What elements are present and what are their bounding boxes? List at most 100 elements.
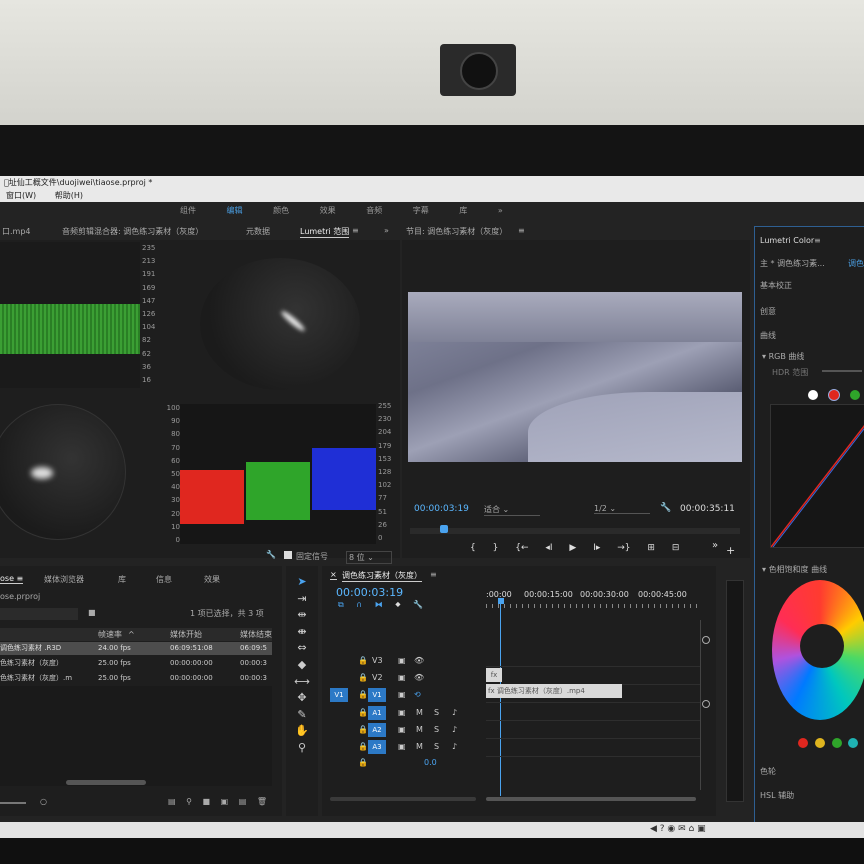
lumetri-source-link[interactable]: 调色 [848, 258, 864, 269]
tab-metadata[interactable]: 元数据 [246, 226, 270, 237]
clamp-checkbox[interactable] [284, 551, 292, 559]
track-lock-icon[interactable]: 🔒 [358, 673, 368, 682]
track-lock-icon[interactable]: 🔒 [358, 690, 368, 699]
timeline-playhead-handle[interactable] [498, 598, 504, 604]
step-forward-icon[interactable]: I▸ [593, 543, 600, 553]
curve-channel-green[interactable] [850, 390, 860, 400]
track-lock-icon[interactable]: 🔒 [358, 742, 368, 751]
trash-icon[interactable]: 🗑 [257, 797, 267, 806]
panel-menu-icon[interactable]: ≡ [352, 226, 359, 235]
nest-icon[interactable]: ⧉ [338, 600, 344, 609]
zoom-handle-icon[interactable]: ○ [40, 797, 47, 806]
column-media-start[interactable]: 媒体开始 [170, 628, 202, 641]
workspace-captions[interactable]: 字幕 [413, 206, 429, 215]
step-back-icon[interactable]: ◂I [545, 543, 552, 553]
new-item-icon[interactable]: ▣ [221, 797, 229, 806]
add-marker-icon[interactable]: ⬥ [395, 600, 400, 609]
workspace-editing[interactable]: 编辑 [227, 206, 243, 215]
mute-button[interactable]: M [416, 708, 423, 717]
mute-button[interactable]: M [416, 742, 423, 751]
workspace-libraries[interactable]: 库 [459, 206, 467, 215]
track-lock-icon[interactable]: 🔒 [358, 708, 368, 717]
new-bin-icon[interactable]: ■ [88, 608, 96, 617]
menu-help[interactable]: 帮助(H) [55, 191, 83, 200]
curve-channel-white[interactable] [808, 390, 818, 400]
swatch-cyan[interactable] [848, 738, 858, 748]
eye-icon[interactable]: 👁 [414, 673, 424, 682]
section-creative[interactable]: 创意 [760, 306, 776, 317]
more-workspaces-icon[interactable]: » [498, 206, 503, 215]
razor-icon[interactable]: ◆ [294, 657, 310, 674]
section-color-wheels[interactable]: 色轮 [760, 766, 776, 777]
mark-out-icon[interactable]: } [493, 543, 499, 553]
sync-lock-icon[interactable]: ▣ [398, 656, 406, 665]
folder-icon[interactable]: ■ [203, 797, 211, 806]
automate-sequence-icon[interactable]: ▤ [168, 797, 176, 806]
fit-select[interactable]: 适合 ⌄ [484, 504, 540, 516]
workspace-color[interactable]: 颜色 [273, 206, 289, 215]
timeline-clip[interactable]: fx 调色练习素材（灰度）.mp4 [486, 684, 622, 698]
table-row[interactable]: 调色练习素材 .R3D 24.00 fps 06:09:51:08 06:09:… [0, 642, 272, 655]
bit-depth-select[interactable]: 8 位 ⌄ [346, 551, 392, 564]
program-timecode[interactable]: 00:00:03:19 [414, 504, 469, 514]
tab-audio-mixer[interactable]: 音频剪辑混合器: 调色练习素材（灰度） [62, 226, 203, 237]
master-volume[interactable]: 0.0 [424, 758, 437, 767]
timeline-horizontal-scrollbar[interactable] [330, 797, 476, 801]
tab-libraries[interactable]: 库 [118, 574, 126, 585]
solo-button[interactable]: S [434, 742, 439, 751]
slide-icon[interactable]: ✥ [294, 690, 310, 707]
program-scrub-bar[interactable] [410, 525, 740, 534]
section-curves[interactable]: 曲线 [760, 330, 776, 341]
menu-window[interactable]: 窗口(W) [6, 191, 36, 200]
zoom-slider[interactable] [0, 802, 26, 804]
ripple-edit-icon[interactable]: ⇹ [294, 607, 310, 624]
resolution-select[interactable]: 1/2 ⌄ [594, 504, 650, 514]
insert-icon[interactable]: ⊞ [647, 543, 655, 553]
track-select-icon[interactable]: ⇥ [294, 591, 310, 608]
hdr-range-slider[interactable] [822, 370, 862, 372]
source-patch-v1[interactable]: V1 [330, 688, 348, 702]
hue-saturation-wheel[interactable] [772, 580, 864, 720]
timeline-timecode[interactable]: 00:00:03:19 [336, 586, 403, 599]
selection-tool-icon[interactable]: ➤ [294, 574, 310, 591]
section-hsl-secondary[interactable]: HSL 辅助 [760, 790, 794, 801]
timeline-zoom-bar[interactable] [486, 797, 696, 801]
tab-program-monitor[interactable]: 节目: 调色练习素材（灰度） [406, 226, 507, 237]
table-row[interactable]: 色练习素材（灰度）.m 25.00 fps 00:00:00:00 00:00:… [0, 672, 272, 685]
program-menu-icon[interactable]: ≡ [518, 226, 525, 235]
clip-fx-badge[interactable]: fx [486, 668, 502, 682]
workspace-audio[interactable]: 音频 [366, 206, 382, 215]
lumetri-menu-icon[interactable]: ≡ [814, 236, 821, 245]
slip-icon[interactable]: ⟷ [294, 674, 310, 691]
swatch-red[interactable] [798, 738, 808, 748]
scroll-handle-top[interactable] [702, 636, 710, 644]
list-icon[interactable]: ▤ [239, 797, 247, 806]
swatch-green[interactable] [832, 738, 842, 748]
workspace-effects[interactable]: 效果 [320, 206, 336, 215]
mic-icon[interactable]: ♪ [452, 742, 457, 751]
sync-lock-icon[interactable]: ▣ [398, 742, 406, 751]
zoom-icon[interactable]: ⚲ [294, 740, 310, 757]
tab-effects[interactable]: 效果 [204, 574, 220, 585]
sync-lock-icon[interactable]: ▣ [398, 725, 406, 734]
solo-button[interactable]: S [434, 725, 439, 734]
eye-icon[interactable]: 👁 [414, 656, 424, 665]
table-row[interactable]: 色练习素材（灰度） 25.00 fps 00:00:00:00 00:00:3 [0, 657, 272, 670]
sequence-menu-icon[interactable]: ≡ [430, 570, 437, 579]
track-target-a3[interactable]: A3 [368, 740, 386, 754]
scroll-handle-bottom[interactable] [702, 700, 710, 708]
project-horizontal-scrollbar[interactable] [66, 780, 146, 785]
play-icon[interactable]: ▶ [569, 543, 576, 553]
go-to-in-icon[interactable]: {← [515, 543, 528, 553]
tab-lumetri-scopes[interactable]: Lumetri 范围 [300, 226, 350, 238]
time-ruler[interactable]: :00:00 00:00:15:00 00:00:30:00 00:00:45:… [486, 588, 700, 612]
section-basic-correction[interactable]: 基本校正 [760, 280, 792, 291]
rgb-curves-toggle[interactable]: ▾ RGB 曲线 [762, 351, 804, 362]
solo-button[interactable]: S [434, 708, 439, 717]
track-lock-icon[interactable]: 🔒 [358, 725, 368, 734]
timeline-close-icon[interactable]: × [330, 570, 337, 580]
tab-sequence[interactable]: 调色练习素材（灰度） [342, 570, 422, 582]
sort-arrow-icon[interactable]: ^ [128, 628, 135, 641]
hue-sat-curves-toggle[interactable]: ▾ 色相饱和度 曲线 [762, 564, 827, 575]
eye-icon[interactable]: ⟲ [414, 690, 421, 699]
